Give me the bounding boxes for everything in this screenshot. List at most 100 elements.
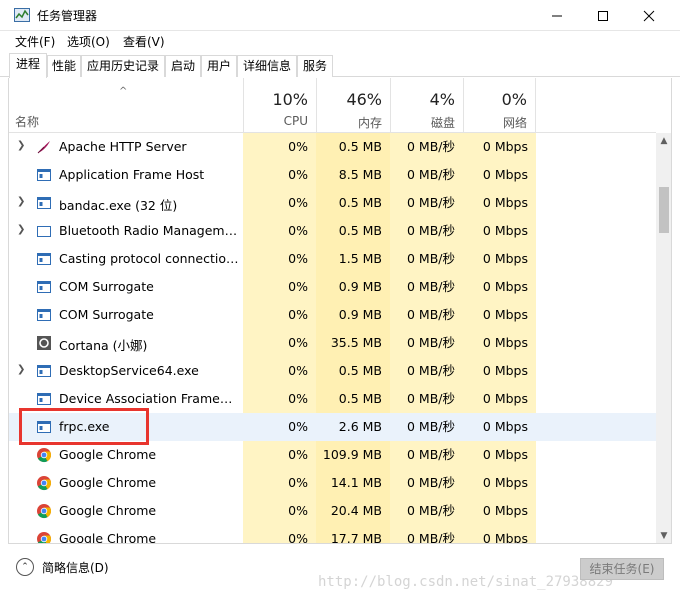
memory-value: 8.5 MB bbox=[316, 161, 390, 189]
process-name: COM Surrogate bbox=[59, 307, 154, 322]
memory-label: 内存 bbox=[357, 116, 382, 130]
memory-value: 0.9 MB bbox=[316, 273, 390, 301]
network-value: 0 Mbps bbox=[463, 217, 536, 245]
cpu-value: 0% bbox=[243, 385, 316, 413]
table-row[interactable]: Google Chrome 0% 20.4 MB 0 MB/秒 0 Mbps bbox=[9, 497, 656, 525]
menu-options[interactable]: 选项(O) bbox=[67, 33, 110, 50]
table-row[interactable]: Cortana (小娜) 0% 35.5 MB 0 MB/秒 0 Mbps bbox=[9, 329, 656, 357]
disk-value: 0 MB/秒 bbox=[390, 245, 463, 273]
network-total: 0% bbox=[501, 90, 527, 109]
memory-total: 46% bbox=[346, 90, 382, 109]
cpu-value: 0% bbox=[243, 525, 316, 543]
column-memory[interactable]: 46% 内存 bbox=[316, 78, 390, 133]
tab-services[interactable]: 服务 bbox=[297, 55, 333, 77]
memory-value: 0.5 MB bbox=[316, 189, 390, 217]
table-row[interactable]: ❯ Bluetooth Radio Manageme... 0% 0.5 MB 0 MB… bbox=[9, 217, 656, 245]
chevron-right-icon[interactable]: ❯ bbox=[17, 364, 25, 375]
table-row[interactable]: Google Chrome 0% 14.1 MB 0 MB/秒 0 Mbps bbox=[9, 469, 656, 497]
cpu-value: 0% bbox=[243, 469, 316, 497]
tab-processes[interactable]: 进程 bbox=[9, 53, 47, 78]
disk-value: 0 MB/秒 bbox=[390, 329, 463, 357]
column-cpu[interactable]: 10% CPU bbox=[243, 78, 316, 133]
disk-value: 0 MB/秒 bbox=[390, 301, 463, 329]
process-name: DesktopService64.exe bbox=[59, 363, 199, 378]
network-value: 0 Mbps bbox=[463, 133, 536, 161]
chevron-right-icon[interactable]: ❯ bbox=[17, 224, 25, 235]
network-value: 0 Mbps bbox=[463, 357, 536, 385]
tab-users[interactable]: 用户 bbox=[201, 55, 237, 77]
tab-startup[interactable]: 启动 bbox=[165, 55, 201, 77]
cpu-label: CPU bbox=[283, 114, 308, 128]
table-row[interactable]: ❯ DesktopService64.exe 0% 0.5 MB 0 MB/秒 0 Mbp… bbox=[9, 357, 656, 385]
chevron-right-icon[interactable]: ❯ bbox=[17, 196, 25, 207]
window-app-icon bbox=[36, 363, 52, 379]
memory-value: 0.5 MB bbox=[316, 217, 390, 245]
table-row[interactable]: COM Surrogate 0% 0.9 MB 0 MB/秒 0 Mbps bbox=[9, 273, 656, 301]
tab-app-history[interactable]: 应用历史记录 bbox=[81, 55, 165, 77]
column-name[interactable]: 名称 bbox=[15, 113, 39, 130]
column-disk[interactable]: 4% 磁盘 bbox=[390, 78, 463, 133]
process-name: Google Chrome bbox=[59, 503, 157, 518]
menu-file[interactable]: 文件(F) bbox=[15, 33, 55, 50]
memory-value: 0.5 MB bbox=[316, 357, 390, 385]
window-app-icon bbox=[36, 391, 52, 407]
process-rows: ❯ Apache HTTP Server 0% 0.5 MB 0 MB/秒 0 Mbps A… bbox=[9, 133, 656, 543]
highlight-box bbox=[19, 408, 149, 445]
disk-value: 0 MB/秒 bbox=[390, 133, 463, 161]
process-name: Cortana (小娜) bbox=[59, 338, 148, 353]
end-task-button[interactable]: 结束任务(E) bbox=[580, 558, 664, 580]
close-button[interactable] bbox=[626, 0, 672, 31]
window-app-icon bbox=[36, 279, 52, 295]
memory-value: 20.4 MB bbox=[316, 497, 390, 525]
cpu-value: 0% bbox=[243, 497, 316, 525]
table-row[interactable]: COM Surrogate 0% 0.9 MB 0 MB/秒 0 Mbps bbox=[9, 301, 656, 329]
chevron-right-icon[interactable]: ❯ bbox=[17, 140, 25, 151]
disk-value: 0 MB/秒 bbox=[407, 419, 455, 434]
table-row[interactable]: Application Frame Host 0% 8.5 MB 0 MB/秒 0 Mb… bbox=[9, 161, 656, 189]
network-value: 0 Mbps bbox=[463, 189, 536, 217]
scroll-down-icon[interactable]: ▼ bbox=[656, 528, 671, 543]
cpu-value: 0% bbox=[243, 273, 316, 301]
memory-value: 35.5 MB bbox=[316, 329, 390, 357]
menu-view[interactable]: 查看(V) bbox=[123, 33, 165, 50]
cpu-value: 0% bbox=[243, 301, 316, 329]
network-value: 0 Mbps bbox=[463, 273, 536, 301]
table-row[interactable]: ❯ Apache HTTP Server 0% 0.5 MB 0 MB/秒 0 Mbps bbox=[9, 133, 656, 161]
task-manager-icon bbox=[14, 8, 30, 22]
chevron-up-icon[interactable]: ⌃ bbox=[16, 558, 34, 576]
minimize-button[interactable] bbox=[534, 0, 580, 31]
tab-details[interactable]: 详细信息 bbox=[237, 55, 297, 77]
table-row[interactable]: ❯ bandac.exe (32 位) 0% 0.5 MB 0 MB/秒 0 Mbps bbox=[9, 189, 656, 217]
cpu-value: 0% bbox=[243, 329, 316, 357]
network-value: 0 Mbps bbox=[463, 161, 536, 189]
tab-bar: 进程 性能 应用历史记录 启动 用户 详细信息 服务 bbox=[0, 53, 680, 78]
cpu-value: 0% bbox=[243, 357, 316, 385]
minimize-icon bbox=[552, 15, 562, 16]
window-app-icon bbox=[36, 307, 52, 323]
network-value: 0 Mbps bbox=[463, 497, 536, 525]
process-name: Device Association Framewo... bbox=[59, 391, 239, 406]
network-value: 0 Mbps bbox=[463, 469, 536, 497]
vertical-scrollbar[interactable]: ▲ ▼ bbox=[656, 133, 671, 543]
scroll-thumb[interactable] bbox=[659, 187, 669, 233]
table-row[interactable]: Google Chrome 0% 109.9 MB 0 MB/秒 0 Mbps bbox=[9, 441, 656, 469]
memory-value: 17.7 MB bbox=[316, 525, 390, 543]
cpu-value: 0% bbox=[243, 161, 316, 189]
maximize-button[interactable] bbox=[580, 0, 626, 31]
watermark: http://blog.csdn.net/sinat_27938829 bbox=[318, 574, 614, 590]
tab-performance[interactable]: 性能 bbox=[47, 55, 81, 77]
table-row[interactable]: Google Chrome 0% 17.7 MB 0 MB/秒 0 Mbps bbox=[9, 525, 656, 543]
column-network[interactable]: 0% 网络 bbox=[463, 78, 536, 133]
title-bar: 任务管理器 bbox=[0, 0, 680, 31]
fewer-details-link[interactable]: 简略信息(D) bbox=[42, 559, 109, 576]
chrome-icon bbox=[36, 503, 52, 519]
network-label: 网络 bbox=[502, 116, 527, 130]
cpu-value: 0% bbox=[243, 441, 316, 469]
memory-value: 0.9 MB bbox=[316, 301, 390, 329]
disk-value: 0 MB/秒 bbox=[390, 273, 463, 301]
process-name: Google Chrome bbox=[59, 475, 157, 490]
table-row[interactable]: Casting protocol connection ... 0% 1.5 MB 0… bbox=[9, 245, 656, 273]
scroll-up-icon[interactable]: ▲ bbox=[656, 133, 671, 149]
memory-value: 109.9 MB bbox=[316, 441, 390, 469]
process-name: Apache HTTP Server bbox=[59, 139, 187, 154]
